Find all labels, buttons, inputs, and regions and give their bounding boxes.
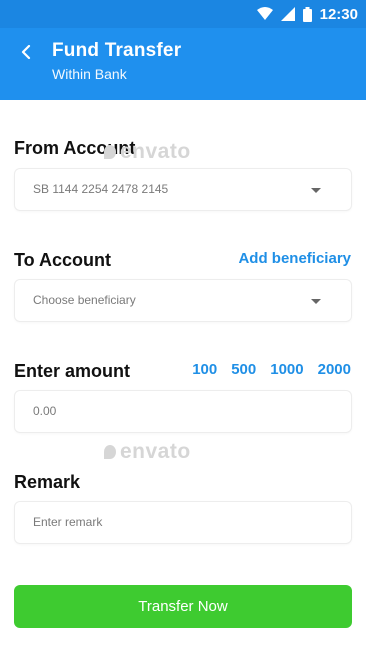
quick-amount-1000[interactable]: 1000 <box>270 361 303 378</box>
quick-amount-100[interactable]: 100 <box>192 361 217 378</box>
remark-input[interactable]: Enter remark <box>14 501 352 544</box>
status-bar: 12:30 <box>0 0 366 28</box>
envato-leaf-icon <box>104 445 116 459</box>
beneficiary-select[interactable]: Choose beneficiary <box>14 279 352 322</box>
dropdown-arrow-icon <box>311 299 321 304</box>
watermark-text: envato <box>120 440 191 463</box>
watermark: envato <box>104 440 191 464</box>
page-title: Fund Transfer <box>52 40 182 61</box>
quick-amount-500[interactable]: 500 <box>231 361 256 378</box>
back-arrow-icon <box>21 45 31 59</box>
watermark: envato <box>104 140 191 164</box>
page-subtitle: Within Bank <box>52 66 127 82</box>
back-button[interactable] <box>14 40 38 64</box>
signal-icon <box>280 7 295 21</box>
app-bar: Fund Transfer Within Bank <box>0 28 366 100</box>
from-account-value: SB 1144 2254 2478 2145 <box>33 182 169 196</box>
amount-placeholder: 0.00 <box>33 404 57 418</box>
quick-amount-2000[interactable]: 2000 <box>318 361 351 378</box>
status-icons: 12:30 <box>256 4 358 24</box>
watermark-text: envato <box>120 140 191 163</box>
from-account-select[interactable]: SB 1144 2254 2478 2145 <box>14 168 352 211</box>
quick-amounts: 100 500 1000 2000 <box>192 361 351 378</box>
status-time: 12:30 <box>319 5 358 23</box>
battery-icon <box>302 6 312 22</box>
add-beneficiary-link[interactable]: Add beneficiary <box>238 250 351 267</box>
remark-placeholder: Enter remark <box>33 515 103 529</box>
transfer-now-button[interactable]: Transfer Now <box>14 585 352 628</box>
remark-label: Remark <box>14 472 81 492</box>
to-account-label: To Account <box>14 250 111 270</box>
dropdown-arrow-icon <box>311 188 321 193</box>
envato-leaf-icon <box>104 145 116 159</box>
enter-amount-label: Enter amount <box>14 361 131 381</box>
amount-input[interactable]: 0.00 <box>14 390 352 433</box>
beneficiary-placeholder: Choose beneficiary <box>33 293 136 307</box>
wifi-icon <box>256 7 273 20</box>
